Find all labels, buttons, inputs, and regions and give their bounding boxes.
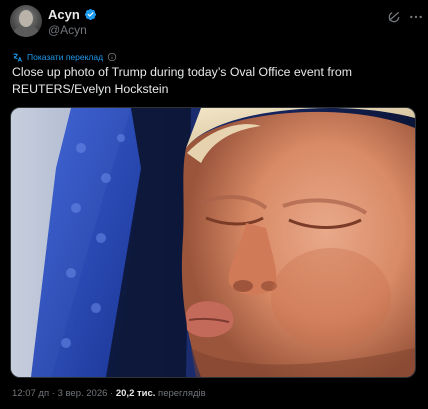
display-name[interactable]: Acyn xyxy=(48,7,80,22)
grok-icon[interactable] xyxy=(386,9,402,25)
tweet-header: Acyn @Acyn xyxy=(10,5,422,43)
tweet-date[interactable]: 3 вер. 2026 xyxy=(58,388,108,399)
tweet-time[interactable]: 12:07 дп xyxy=(12,388,49,399)
info-icon[interactable] xyxy=(107,52,117,62)
translate-row: Показати переклад xyxy=(12,50,117,64)
tweet-card[interactable]: Acyn @Acyn Показати переклад Close up ph… xyxy=(0,0,428,409)
views-count: 20,2 тис. xyxy=(115,388,156,399)
show-translation-link[interactable]: Показати переклад xyxy=(27,52,103,63)
verified-badge-icon xyxy=(84,8,97,21)
translate-icon xyxy=(13,52,23,62)
handle[interactable]: @Acyn xyxy=(48,23,87,37)
views-label: переглядів xyxy=(158,388,206,399)
avatar[interactable] xyxy=(10,5,42,37)
more-options-icon[interactable] xyxy=(408,9,424,25)
tweet-text: Close up photo of Trump during today’s O… xyxy=(12,65,352,96)
tweet-photo[interactable] xyxy=(10,107,416,378)
meta-separator: · xyxy=(51,388,55,399)
tweet-meta: 12:07 дп · 3 вер. 2026 · 20,2 тис. перег… xyxy=(12,388,206,400)
meta-separator: · xyxy=(110,388,114,399)
